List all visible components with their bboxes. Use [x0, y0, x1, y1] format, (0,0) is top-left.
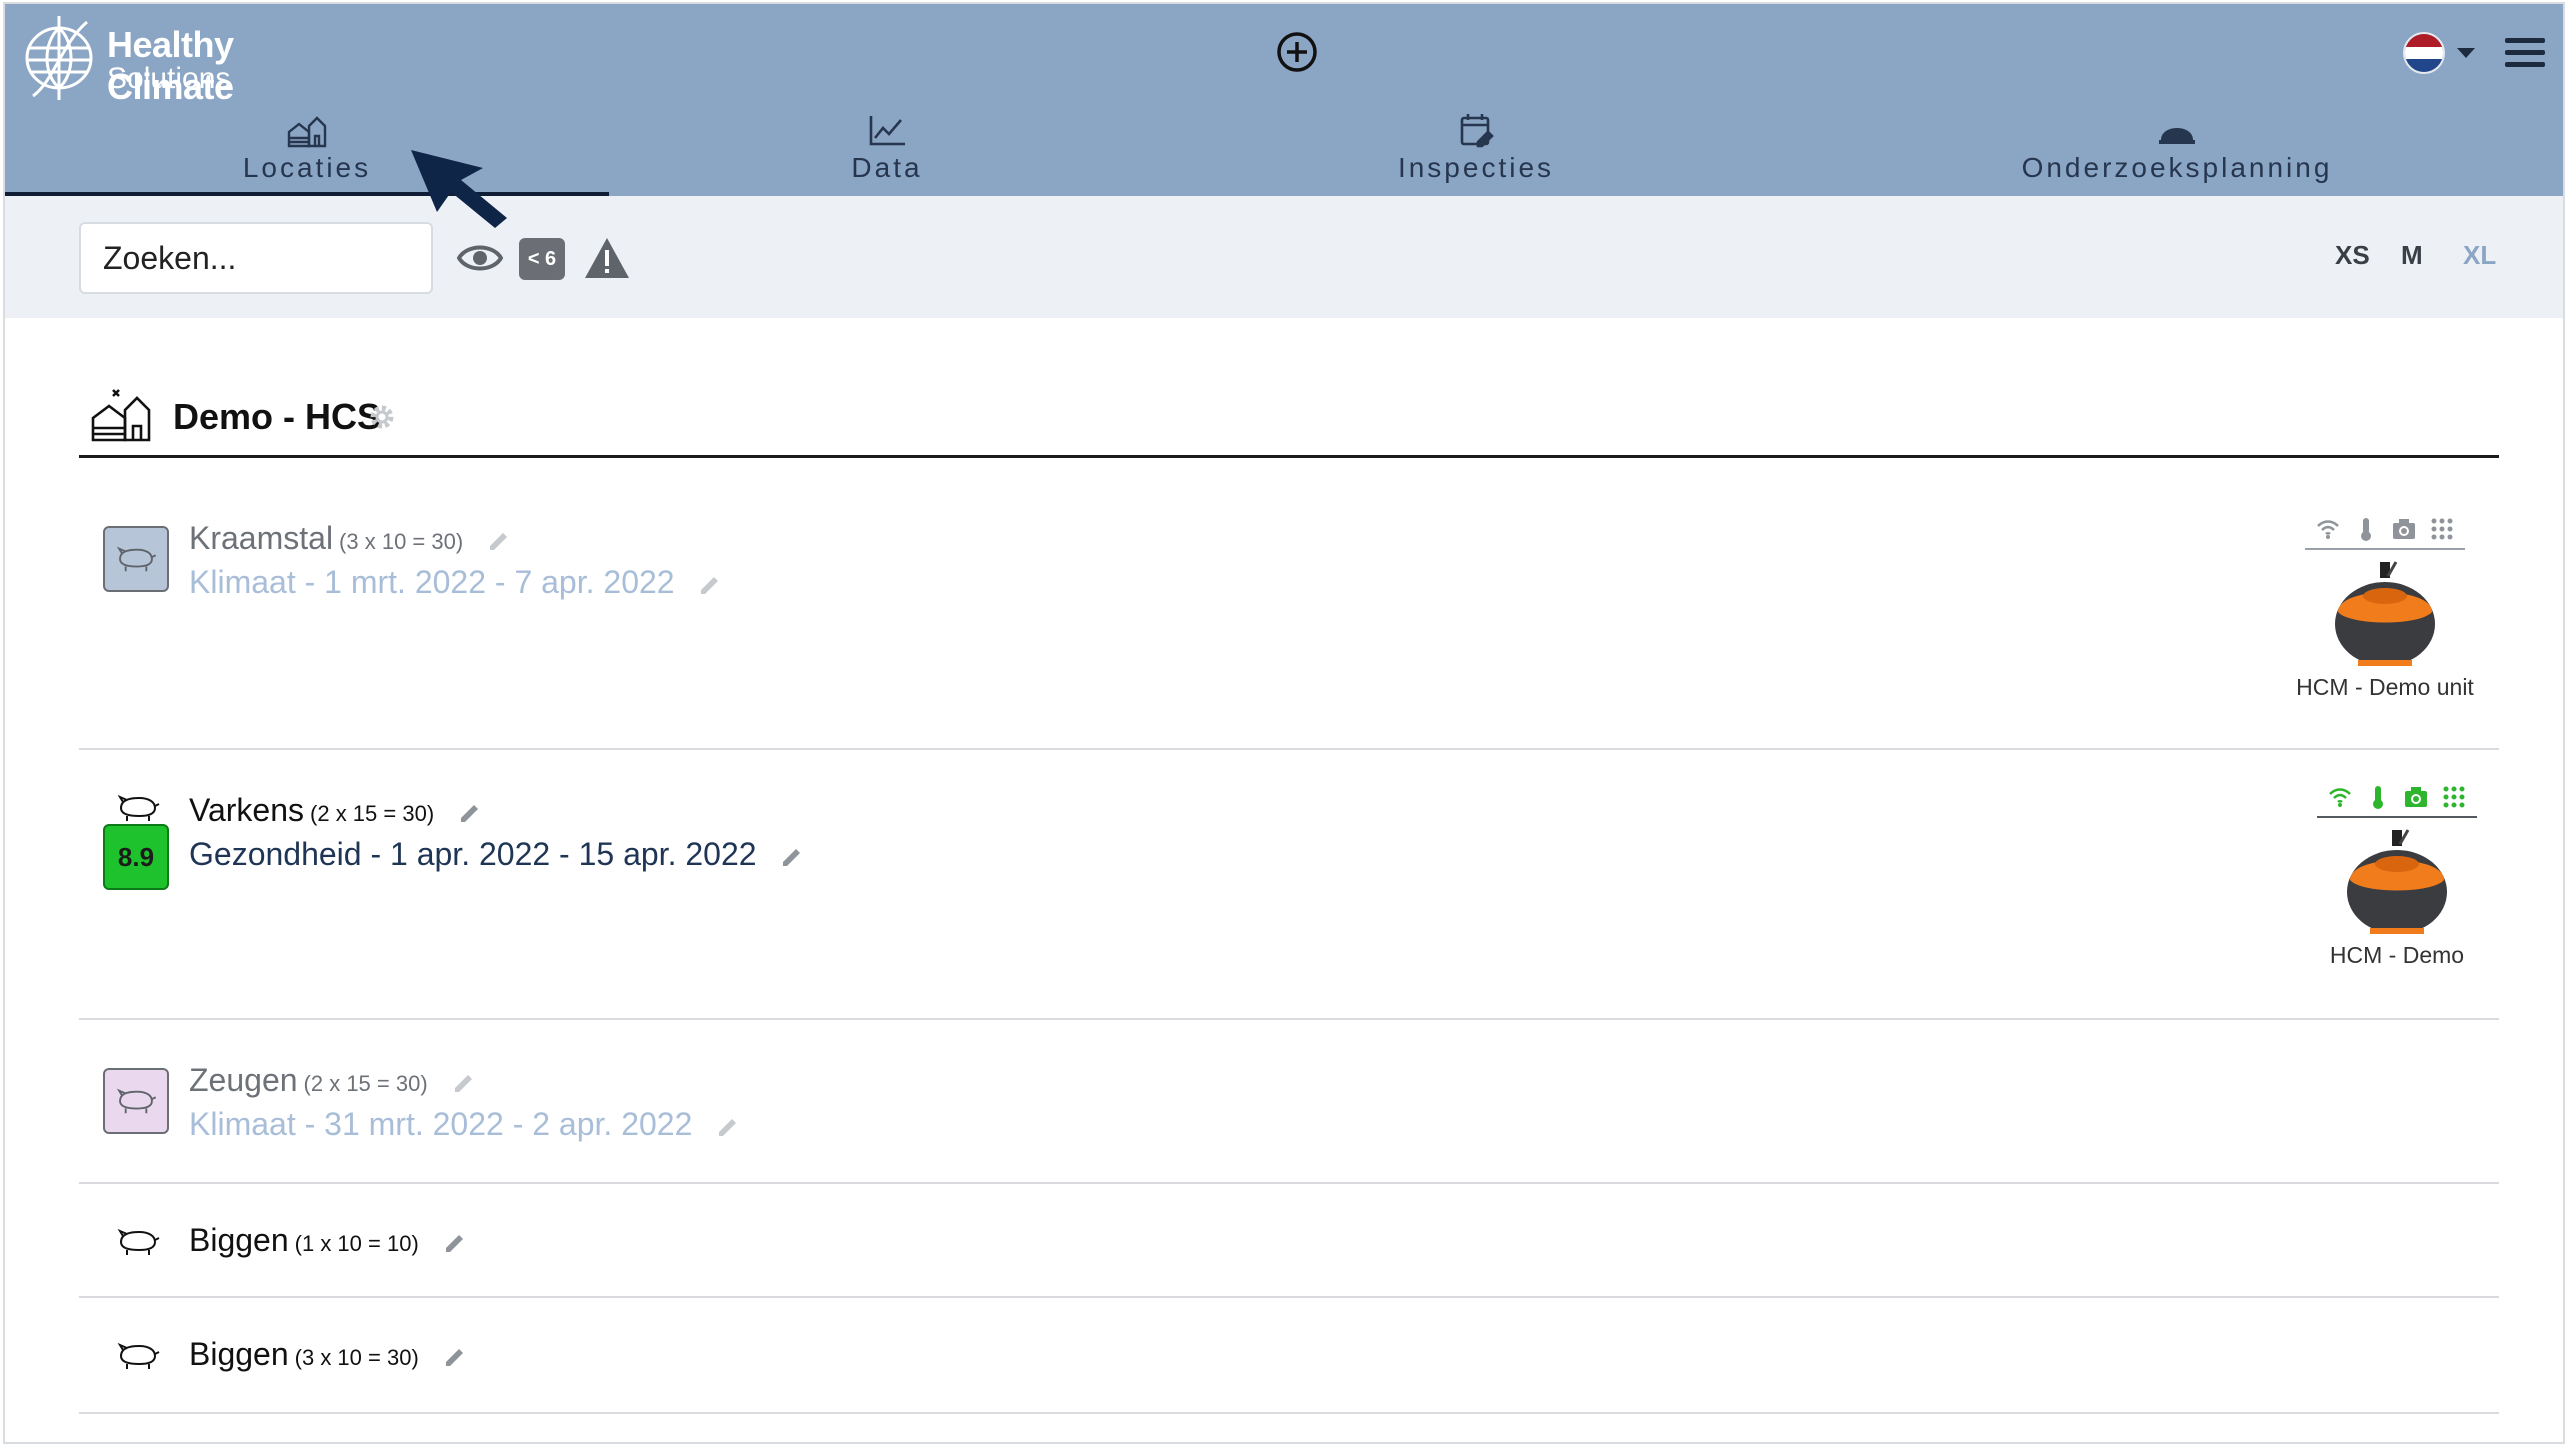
compartment-label: Biggen [189, 1222, 289, 1258]
chart-line-icon [869, 116, 905, 146]
compartment-label: Biggen [189, 1336, 289, 1372]
device-name: HCM - Demo [2329, 942, 2465, 968]
capacity-label: (3 x 10 = 30) [339, 529, 464, 554]
device-status-icons [2317, 784, 2477, 818]
pencil-icon[interactable] [457, 800, 483, 826]
compartment-name: Biggen (1 x 10 = 10) [189, 1222, 468, 1259]
pig-icon [103, 526, 169, 592]
thermometer-icon [2373, 786, 2383, 809]
size-xs-button[interactable]: XS [2335, 240, 2370, 271]
pencil-icon[interactable] [442, 1230, 468, 1256]
search-input[interactable] [79, 222, 433, 294]
compartment-label: Kraamstal [189, 520, 334, 556]
compartment-name: Varkens (2 x 15 = 30) [189, 792, 483, 829]
capacity-label: (2 x 15 = 30) [310, 801, 435, 826]
tab-inspecties[interactable]: Inspecties [1165, 104, 1787, 196]
camera-icon [2393, 519, 2415, 539]
pig-icon [117, 1342, 160, 1369]
dome-icon [2159, 128, 2195, 144]
list-item[interactable]: 8.9 Varkens (2 x 15 = 30) Gezondheid - 1 … [79, 750, 2499, 1020]
measurement-label: Gezondheid - 1 apr. 2022 - 15 apr. 2022 [189, 836, 757, 872]
compartment-name: Biggen (3 x 10 = 30) [189, 1336, 468, 1373]
tab-label: Data [851, 152, 923, 183]
grid-dots-icon [2443, 786, 2465, 808]
gear-icon[interactable] [367, 402, 397, 432]
size-m-button[interactable]: M [2401, 240, 2423, 271]
compartment-label: Varkens [189, 792, 305, 828]
device-name: HCM - Demo unit [2296, 674, 2474, 700]
tab-label: Onderzoeksplanning [2021, 152, 2333, 183]
device-card[interactable]: HCM - Demo [2287, 784, 2507, 969]
tab-onderzoeksplanning[interactable]: Onderzoeksplanning [1787, 104, 2563, 196]
sensor-device-image[interactable] [2342, 824, 2452, 936]
location-title: Demo - HCS [173, 396, 382, 437]
capacity-label: (3 x 10 = 30) [294, 1345, 419, 1370]
pig-icon [103, 1068, 169, 1134]
brand-logo[interactable]: Healthy Climate Solutions [23, 12, 343, 107]
health-score-badge[interactable]: 8.9 [103, 824, 169, 890]
pencil-icon[interactable] [779, 844, 805, 870]
pig-icon [117, 1228, 160, 1255]
compartment-name: Kraamstal (3 x 10 = 30) [189, 520, 512, 557]
wifi-icon [2329, 788, 2351, 807]
chevron-down-icon[interactable] [2457, 48, 2475, 58]
tab-label: Locaties [242, 152, 372, 183]
measurement-label: Klimaat - 31 mrt. 2022 - 2 apr. 2022 [189, 1106, 693, 1142]
count-filter-badge[interactable]: < 6 [519, 238, 565, 280]
language-flag-nl[interactable] [2403, 32, 2445, 74]
measurement-period[interactable]: Klimaat - 31 mrt. 2022 - 2 apr. 2022 [189, 1106, 741, 1143]
compartment-label: Zeugen [189, 1062, 298, 1098]
pointer-arrow-icon [411, 150, 507, 228]
app-header: Healthy Climate Solutions Locaties Data … [5, 4, 2563, 196]
device-card[interactable]: HCM - Demo unit [2275, 516, 2495, 701]
measurement-period[interactable]: Klimaat - 1 mrt. 2022 - 7 apr. 2022 [189, 564, 723, 601]
filter-toolbar: < 6 XS M XL [5, 196, 2563, 318]
thermometer-icon [2361, 518, 2371, 541]
pencil-icon[interactable] [442, 1344, 468, 1370]
measurement-label: Klimaat - 1 mrt. 2022 - 7 apr. 2022 [189, 564, 675, 600]
warning-icon[interactable] [583, 236, 631, 280]
compartment-name: Zeugen (2 x 15 = 30) [189, 1062, 477, 1099]
pencil-icon[interactable] [697, 572, 723, 598]
location-group-header: Demo - HCS [79, 384, 2499, 458]
eye-icon[interactable] [457, 240, 503, 276]
list-item[interactable]: Kraamstal (3 x 10 = 30) Klimaat - 1 mrt. … [79, 458, 2499, 750]
tab-label: Inspecties [1397, 152, 1555, 183]
list-item[interactable]: Biggen (3 x 10 = 30) [79, 1298, 2499, 1414]
globe-logo-icon [25, 16, 93, 100]
tab-locaties[interactable]: Locaties [5, 104, 609, 196]
grid-dots-icon [2431, 518, 2453, 540]
camera-icon [2405, 787, 2427, 807]
size-xl-button[interactable]: XL [2463, 240, 2496, 271]
sensor-device-image[interactable] [2330, 556, 2440, 668]
wifi-icon [2317, 520, 2339, 539]
main-tabs: Locaties Data Inspecties Onderzoeksplann… [5, 104, 2563, 196]
calendar-edit-icon [1460, 114, 1494, 148]
farm-icon [91, 389, 151, 442]
pig-icon [117, 794, 160, 821]
farm-icon [287, 116, 327, 148]
pencil-icon[interactable] [451, 1070, 477, 1096]
list-item[interactable]: Biggen (1 x 10 = 10) [79, 1184, 2499, 1298]
tab-data[interactable]: Data [609, 104, 1165, 196]
device-status-icons [2305, 516, 2465, 550]
brand-name-line2: Solutions [107, 62, 231, 95]
measurement-period[interactable]: Gezondheid - 1 apr. 2022 - 15 apr. 2022 [189, 836, 805, 873]
list-item[interactable]: Zeugen (2 x 15 = 30) Klimaat - 31 mrt. 20… [79, 1020, 2499, 1184]
pencil-icon[interactable] [486, 528, 512, 554]
hamburger-icon[interactable] [2505, 38, 2545, 70]
capacity-label: (1 x 10 = 10) [294, 1231, 419, 1256]
plus-circle-icon[interactable] [1275, 30, 1319, 74]
app-window: Healthy Climate Solutions Locaties Data … [3, 2, 2565, 1444]
pencil-icon[interactable] [715, 1114, 741, 1140]
capacity-label: (2 x 15 = 30) [303, 1071, 428, 1096]
